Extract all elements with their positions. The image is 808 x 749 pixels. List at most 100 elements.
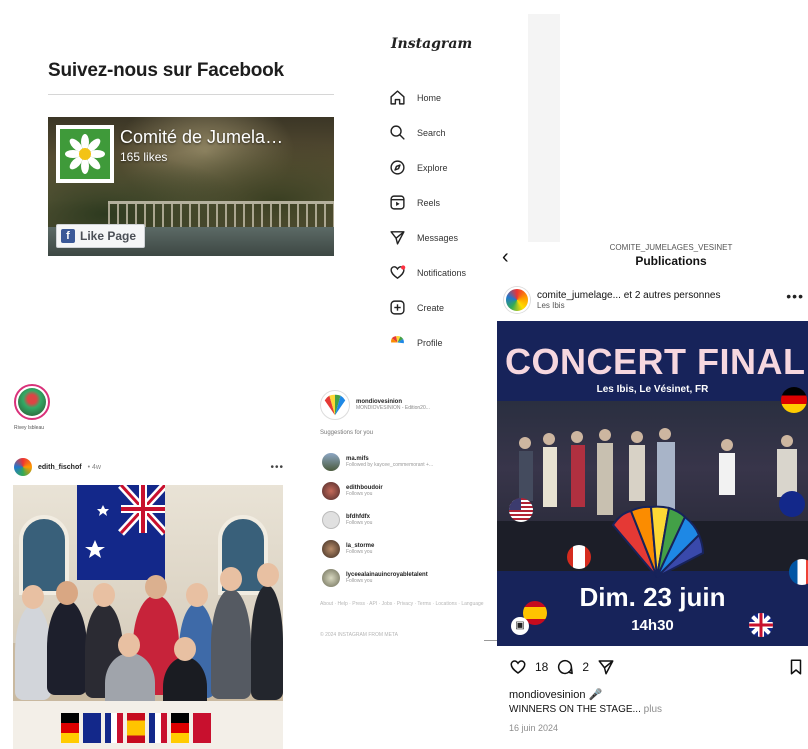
nav-label: Notifications <box>417 267 467 278</box>
suggestions-list: ma.mifs Followed by kaycee_commemorant +.… <box>322 447 487 592</box>
story-avatar[interactable] <box>14 384 50 420</box>
avatar <box>322 452 340 471</box>
poster-date: Dim. 23 juin <box>579 582 726 612</box>
nav-label: Messages <box>417 232 459 243</box>
suggestion-desc: Follows you <box>346 519 373 526</box>
avatar[interactable] <box>504 287 530 313</box>
avatar <box>322 481 340 500</box>
nav-label: Create <box>417 302 445 313</box>
heart-icon <box>390 265 406 280</box>
more-options-icon[interactable]: ••• <box>270 462 284 473</box>
account-subtitle: MONDIOVESINION - Edition20... <box>356 405 430 411</box>
instagram-logo[interactable]: Instagram <box>391 36 472 52</box>
suggestion-desc: Follows you <box>346 490 373 497</box>
nav-item-messages[interactable]: Messages <box>389 220 509 255</box>
post-header: comite_jumelage... et 2 autres personnes… <box>504 284 808 316</box>
caption-text: WINNERS ON THE STAGE... <box>509 704 641 715</box>
reels-icon <box>390 195 405 210</box>
account-header: mondiovesinion MONDIOVESINION - Edition2… <box>320 390 485 420</box>
back-button[interactable]: ‹ <box>502 246 509 269</box>
facebook-icon: f <box>61 229 75 243</box>
suggestions-title: Suggestions for you <box>320 430 374 436</box>
suggestion-desc: Follows you <box>346 577 373 584</box>
post-collaborators[interactable]: comite_jumelage... et 2 autres personnes <box>537 290 720 301</box>
suggestion-desc: Followed by kaycee_commemorant +... <box>346 461 434 468</box>
list-item[interactable]: bfdhfdfx Follows you <box>322 505 487 534</box>
nav-item-reels[interactable]: Reels <box>389 185 509 220</box>
post-header: edith_fischof • 4w ••• <box>14 457 284 477</box>
australia-flag <box>77 485 168 580</box>
suggestion-desc: Follows you <box>346 548 373 555</box>
nav-item-notifications[interactable]: Notifications <box>389 255 509 290</box>
story-label: Rivey Isbleau <box>14 425 45 431</box>
daisy-icon <box>65 134 105 174</box>
usa-flag <box>509 498 533 522</box>
rainbow-logo-icon <box>324 394 346 416</box>
footer-links[interactable]: About · Help · Press · API · Jobs · Priv… <box>320 600 485 608</box>
avatar <box>322 539 340 558</box>
page-logo[interactable] <box>56 125 114 183</box>
facebook-page-card[interactable]: Comité de Jumela… 165 likes f Like Page <box>48 117 334 256</box>
nav-label: Profile <box>417 337 443 348</box>
poster-time: 14h30 <box>631 617 674 634</box>
like-count[interactable]: 18 <box>535 660 548 674</box>
comment-icon[interactable] <box>556 658 574 676</box>
page-name[interactable]: Comité de Jumela… <box>120 127 283 148</box>
post-location[interactable]: Les Ibis <box>537 301 720 310</box>
search-icon <box>390 125 405 140</box>
nav-item-search[interactable]: Search <box>389 115 509 150</box>
share-icon[interactable] <box>597 658 615 676</box>
like-page-label: Like Page <box>80 229 137 243</box>
publications-account: COMITE_JUMELAGES_VESINET <box>609 243 733 252</box>
list-item[interactable]: lyceealainauincroyabletalent Follows you <box>322 563 487 592</box>
divider <box>484 640 498 641</box>
facebook-section-title: Suivez-nous sur Facebook <box>48 60 284 81</box>
canada-flag <box>567 545 591 569</box>
profile-icon <box>391 335 404 344</box>
nav-label: Search <box>417 127 446 138</box>
instagram-nav: Home Search Explore Reels Messages Notif… <box>389 80 509 360</box>
list-item[interactable]: la_storme Follows you <box>322 534 487 563</box>
plus-icon <box>390 300 405 315</box>
post-photo[interactable] <box>13 485 283 749</box>
poster-title: CONCERT FINAL <box>505 341 806 382</box>
nav-item-profile[interactable]: Profile <box>389 325 509 360</box>
copyright: © 2024 INSTAGRAM FROM META <box>320 632 398 638</box>
germany-flag <box>781 387 807 413</box>
post-image[interactable]: CONCERT FINAL Les Ibis, Le Vésinet, FR ▣… <box>497 321 808 646</box>
nav-label: Reels <box>417 197 441 208</box>
avatar <box>322 510 340 529</box>
australia-flag <box>779 491 805 517</box>
home-icon <box>390 90 405 105</box>
avatar <box>322 568 340 587</box>
nav-label: Explore <box>417 162 448 173</box>
bookmark-icon[interactable] <box>787 658 805 676</box>
caption-more-link[interactable]: plus <box>644 704 662 715</box>
nav-item-create[interactable]: Create <box>389 290 509 325</box>
avatar[interactable] <box>14 458 32 476</box>
post-time: • 4w <box>87 463 101 471</box>
post-username[interactable]: edith_fischof <box>38 464 82 471</box>
page-title: Publications <box>635 254 707 268</box>
post-actions: 18 2 <box>509 656 805 678</box>
page-likes: 165 likes <box>120 150 168 164</box>
like-page-button[interactable]: f Like Page <box>56 224 146 248</box>
comment-count[interactable]: 2 <box>582 660 589 674</box>
account-avatar[interactable] <box>320 390 350 420</box>
nav-label: Home <box>417 92 442 103</box>
list-item[interactable]: ma.mifs Followed by kaycee_commemorant +.… <box>322 447 487 476</box>
panel-edge <box>528 14 560 242</box>
caption: WINNERS ON THE STAGE... plus <box>509 704 662 715</box>
nav-item-explore[interactable]: Explore <box>389 150 509 185</box>
list-item[interactable]: edithboudoir Follows you <box>322 476 487 505</box>
compass-icon <box>390 160 405 175</box>
nav-item-home[interactable]: Home <box>389 80 509 115</box>
send-icon <box>390 231 405 245</box>
caption-username[interactable]: mondiovesinion 🎤 <box>509 688 602 701</box>
poster-location: Les Ibis, Le Vésinet, FR <box>596 384 709 395</box>
like-heart-icon[interactable] <box>509 658 527 676</box>
rainbow-logo-icon <box>611 505 705 578</box>
divider <box>48 94 334 95</box>
post-date: 16 juin 2024 <box>509 723 559 733</box>
more-options-icon[interactable]: ••• <box>786 288 804 304</box>
